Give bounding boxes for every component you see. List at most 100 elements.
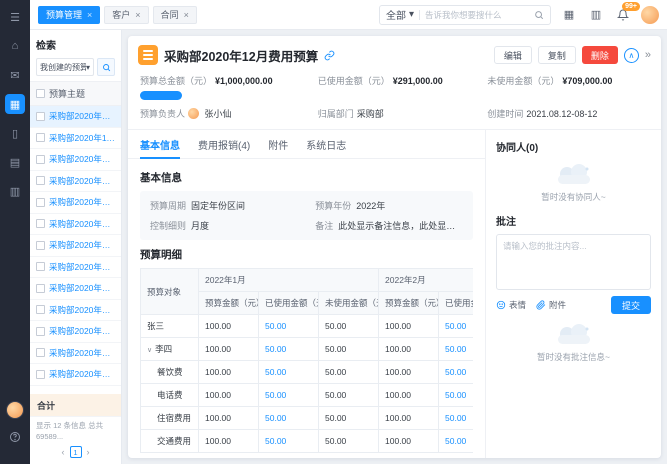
attachment-button[interactable]: 附件 (536, 299, 566, 311)
row-checkbox[interactable] (36, 326, 45, 336)
search-icon[interactable] (534, 10, 544, 20)
edit-button[interactable]: 编辑 (493, 46, 532, 64)
tab-2[interactable]: 附件 (268, 130, 288, 158)
list-item[interactable]: 采购部2020年11月费用预算 (30, 128, 121, 149)
window-tab-2[interactable]: 合同 × (152, 5, 197, 24)
row-value[interactable]: 50.00 (258, 383, 319, 407)
search-input[interactable] (425, 9, 529, 20)
row-checkbox[interactable] (36, 305, 45, 315)
row-checkbox[interactable] (36, 219, 45, 229)
list-item[interactable]: 采购部2020年9月费用预算 (30, 192, 121, 214)
collapse-circle-button[interactable]: ∧ (623, 47, 639, 63)
mobile-icon[interactable]: ▯ (5, 123, 25, 143)
row-checkbox[interactable] (36, 111, 45, 121)
list-item-label: 采购部2020年5月费用预算 (49, 326, 115, 337)
grid-icon[interactable]: ▦ (560, 6, 578, 24)
field-label: 归属部门 (317, 109, 354, 119)
row-value[interactable]: 50.00 (258, 406, 319, 430)
menu-icon[interactable]: ☰ (5, 7, 25, 27)
user-avatar[interactable] (6, 401, 24, 419)
list-search-button[interactable] (97, 58, 115, 76)
page-number[interactable]: 1 (69, 446, 82, 458)
list-item[interactable]: 采购部2020年4月费用预算 (30, 343, 121, 364)
bell-icon[interactable]: 99+ (614, 1, 640, 24)
row-value[interactable]: 50.00 (258, 360, 319, 384)
tab-3[interactable]: 系统日志 (306, 130, 346, 158)
delete-button[interactable]: 删除 (581, 46, 618, 64)
row-checkbox[interactable] (36, 176, 45, 186)
link-icon[interactable] (324, 50, 335, 61)
row-checkbox[interactable] (36, 262, 45, 272)
list-item[interactable]: 采购部2020年10月费用预算 (30, 171, 121, 192)
store-icon[interactable]: ▥ (5, 181, 25, 201)
row-value[interactable]: 50.00 (438, 337, 473, 361)
row-checkbox[interactable] (36, 197, 45, 207)
comment-input[interactable] (496, 234, 651, 290)
list-item[interactable]: 采购部2020年6月费用预算 (30, 278, 121, 300)
list-item[interactable]: 采购部2020年5月费用预算 (30, 321, 121, 343)
list-item[interactable]: 采购部2020年9月费用预算 (30, 214, 121, 235)
pager: ‹ 1 › (30, 444, 121, 464)
list-item-label: 采购部2020年10月费用预算 (49, 175, 115, 186)
message-icon[interactable]: ✉ (5, 65, 25, 85)
chevron-down-icon[interactable]: ∨ (147, 347, 152, 354)
window-tab-0[interactable]: 预算管理 × (38, 5, 101, 24)
table-row: 住宿费用 100.00 50.00 50.00 100.00 50.00 (140, 406, 473, 430)
card-actions: 编辑 复制 删除 ∧ » (493, 46, 651, 64)
row-value: 100.00 (378, 429, 440, 453)
list-item[interactable]: 采购部2020年12月费用预算 (30, 106, 121, 128)
row-checkbox[interactable] (36, 348, 45, 358)
search-icon (102, 63, 110, 71)
list-item[interactable]: 采购部2020年6月费用预算 (30, 300, 121, 321)
table-row: 餐饮费 100.00 50.00 50.00 100.00 50.00 (140, 360, 473, 384)
detail-scroll[interactable]: 基本信息 预算周期 固定年份区间 预算年份 2022年 控制细则 月度 备注 此处显示备注信息… (128, 159, 485, 458)
row-value[interactable]: 50.00 (438, 429, 473, 453)
tab-0[interactable]: 基本信息 (140, 130, 180, 159)
close-icon[interactable]: × (184, 10, 189, 20)
total-row: 合计 (30, 394, 121, 416)
expand-panel-icon[interactable]: » (645, 49, 651, 61)
row-checkbox[interactable] (36, 369, 45, 379)
row-value[interactable]: 50.00 (438, 314, 473, 338)
submit-comment-button[interactable]: 提交 (610, 296, 651, 314)
row-checkbox[interactable] (36, 133, 45, 143)
list-item[interactable]: 采购部2020年7月费用预算 (30, 257, 121, 278)
tab-1[interactable]: 费用报销(4) (198, 130, 250, 158)
row-value[interactable]: 50.00 (438, 383, 473, 407)
window-tab-1[interactable]: 客户 × (104, 5, 149, 24)
row-value[interactable]: 50.00 (258, 314, 319, 338)
layout-icon[interactable]: ▥ (587, 6, 605, 24)
close-icon[interactable]: × (135, 10, 140, 20)
field-label: 控制细则 (150, 221, 187, 231)
field-label: 备注 (315, 221, 334, 231)
list-item[interactable]: 采购部2020年3月费用预算 (30, 364, 121, 386)
next-page-icon[interactable]: › (87, 447, 90, 457)
help-icon[interactable] (5, 427, 25, 447)
budget-filter-select[interactable]: 我创建的预算 ▾ (36, 58, 94, 76)
home-icon[interactable]: ⌂ (5, 36, 25, 56)
emoji-button[interactable]: 表情 (496, 299, 526, 311)
close-icon[interactable]: × (87, 10, 92, 20)
archive-icon[interactable]: ▤ (5, 152, 25, 172)
apps-icon[interactable]: ▦ (5, 94, 25, 114)
window-tab-label: 客户 (112, 10, 131, 20)
row-checkbox[interactable] (36, 154, 45, 164)
search-scope-select[interactable]: 全部 ▾ (386, 7, 414, 22)
row-value[interactable]: 50.00 (258, 429, 319, 453)
list-item-label: 采购部2020年10月份预算 (49, 154, 115, 165)
budget-table-wrap: 预算对象 2022年1月 2022年2月 预算金额（元） 已使用金额（元） (140, 268, 473, 453)
list-item[interactable]: 采购部2020年8月费用预算 (30, 235, 121, 257)
field-value: 2021.08.12-08-12 (526, 109, 598, 119)
list-item[interactable]: 采购部2020年10月份预算 (30, 149, 121, 171)
user-avatar-top[interactable] (641, 5, 659, 24)
row-checkbox[interactable] (36, 283, 45, 293)
global-search[interactable]: 全部 ▾ (379, 4, 551, 25)
row-checkbox[interactable] (36, 240, 45, 250)
row-value[interactable]: 50.00 (438, 360, 473, 384)
pagination-info: 显示 12 条信息 总共 69589... (30, 416, 121, 444)
copy-button[interactable]: 复制 (537, 46, 576, 64)
row-value[interactable]: 50.00 (438, 406, 473, 430)
select-all-checkbox[interactable] (36, 89, 45, 98)
prev-page-icon[interactable]: ‹ (62, 447, 65, 457)
row-value[interactable]: 50.00 (258, 337, 319, 361)
